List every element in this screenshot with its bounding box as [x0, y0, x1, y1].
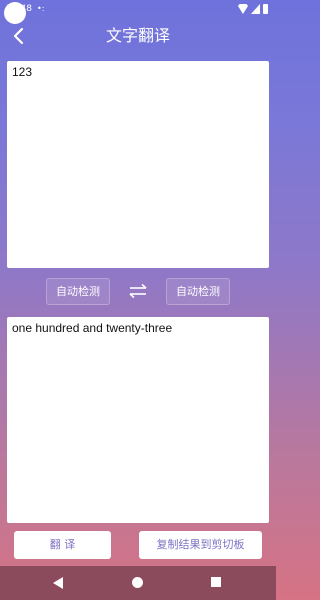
- notification-icons: •:: [37, 4, 45, 13]
- status-bar: 11:48 •:: [0, 0, 276, 24]
- source-language-button[interactable]: 自动检测: [46, 278, 110, 305]
- translate-button[interactable]: 翻 译: [14, 531, 111, 559]
- nav-home-icon[interactable]: [132, 577, 143, 588]
- target-language-button[interactable]: 自动检测: [166, 278, 230, 305]
- language-selector-row: 自动检测 自动检测: [0, 278, 276, 306]
- battery-icon: [263, 4, 268, 14]
- nav-back-icon[interactable]: [52, 577, 64, 589]
- swap-arrows-icon[interactable]: [128, 283, 148, 299]
- app-header: 文字翻译: [0, 20, 276, 52]
- signal-icon: [251, 4, 260, 14]
- page-title: 文字翻译: [105, 26, 170, 45]
- system-nav-bar: [0, 566, 276, 600]
- action-row: 翻 译 复制结果到剪切板: [0, 531, 276, 559]
- copy-to-clipboard-button[interactable]: 复制结果到剪切板: [139, 531, 262, 559]
- source-text-value: 123: [12, 65, 33, 79]
- source-text-input[interactable]: 123: [7, 61, 269, 268]
- translation-output-value: one hundred and twenty-three: [12, 321, 173, 335]
- wifi-icon: [238, 4, 248, 14]
- translation-output[interactable]: one hundred and twenty-three: [7, 317, 269, 523]
- status-icons: [238, 4, 268, 14]
- nav-recents-icon[interactable]: [211, 577, 221, 587]
